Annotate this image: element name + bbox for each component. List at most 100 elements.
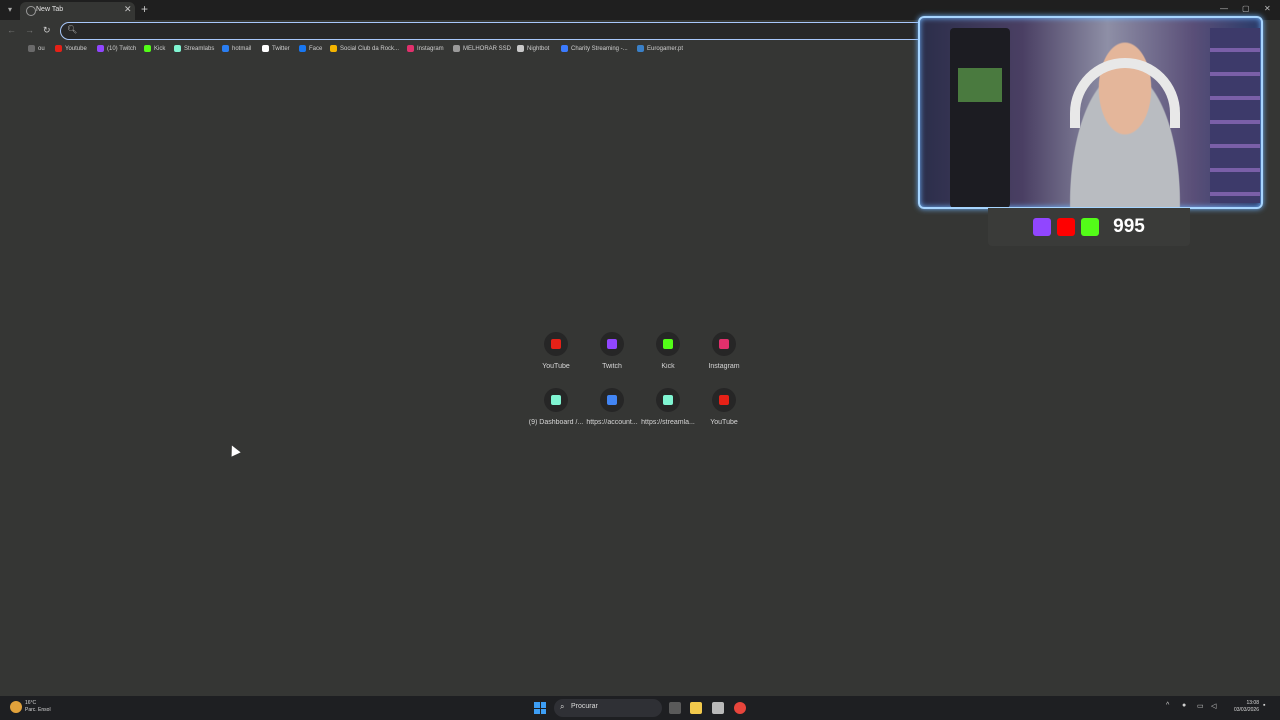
shortcut-icon (712, 388, 736, 412)
bookmark-favicon-icon (222, 45, 229, 52)
bookmark-label: Youtube (65, 45, 87, 52)
shortcut-icon (600, 332, 624, 356)
bookmark-label: Nightbot (527, 45, 550, 52)
close-tab-icon[interactable]: ✕ (124, 4, 132, 15)
bookmark-item[interactable]: hotmail (222, 45, 251, 52)
search-icon: 🔍︎ (67, 25, 78, 34)
notification-icon[interactable]: ▪ (1263, 702, 1265, 709)
bookmark-item[interactable]: (10) Twitch (97, 45, 136, 52)
close-window-button[interactable]: ✕ (1264, 4, 1271, 13)
volume-icon[interactable]: ◁ (1211, 702, 1216, 710)
bookmark-favicon-icon (144, 45, 151, 52)
shortcut-tile[interactable]: Kick (638, 332, 698, 370)
webcam-overlay (918, 16, 1263, 209)
clock-date: 03/03/2026 (1233, 707, 1259, 713)
shortcut-tile[interactable]: YouTube (694, 388, 754, 426)
shortcut-label: Instagram (708, 363, 740, 370)
shortcut-label: YouTube (542, 363, 570, 370)
bookmark-favicon-icon (28, 45, 35, 52)
weather-temp: 16°C (25, 700, 37, 706)
bookmark-label: Charity Streaming -... (571, 45, 628, 52)
chrome-icon[interactable] (734, 702, 746, 714)
bookmark-item[interactable]: Youtube (55, 45, 87, 52)
start-button[interactable] (534, 702, 546, 714)
back-button[interactable]: ← (7, 25, 16, 35)
viewer-counter: 995 (988, 208, 1190, 246)
bookmark-item[interactable]: Kick (144, 45, 165, 52)
bookmark-favicon-icon (299, 45, 306, 52)
address-bar[interactable]: 🔍︎ (60, 22, 935, 40)
shortcut-label: https://account... (586, 419, 638, 426)
bookmark-favicon-icon (174, 45, 181, 52)
new-tab-button[interactable]: + (141, 3, 148, 15)
taskbar: 16°C Parc. Ensol ⌕ Procurar ^ ● ▭ ◁ 13:0… (0, 696, 1280, 720)
clock-time: 13:08 (1246, 700, 1259, 706)
shortcut-label: YouTube (710, 419, 738, 426)
tab-new-tab[interactable]: New Tab ✕ (20, 2, 135, 20)
weather-widget[interactable]: 16°C Parc. Ensol (25, 700, 51, 714)
twitch-icon (1033, 218, 1052, 236)
shortcut-label: https://streamla... (641, 419, 695, 426)
shortcut-icon (544, 332, 568, 356)
bookmark-label: ou (38, 45, 45, 52)
search-icon: ⌕ (560, 702, 565, 711)
bookmark-label: Eurogamer.pt (647, 45, 684, 52)
bookmark-item[interactable]: Charity Streaming -... (561, 45, 628, 52)
bookmark-item[interactable]: Face (299, 45, 322, 52)
shortcut-label: (9) Dashboard /... (528, 419, 584, 426)
bookmark-label: Instagram (417, 45, 444, 52)
bookmark-item[interactable]: Nightbot (517, 45, 549, 52)
bookmark-favicon-icon (262, 45, 269, 52)
shortcut-label: Kick (661, 363, 675, 370)
network-icon[interactable]: ▭ (1197, 702, 1204, 710)
bookmark-item[interactable]: Streamlabs (174, 45, 214, 52)
forward-button[interactable]: → (25, 25, 34, 35)
mouse-cursor (227, 443, 241, 457)
maximize-button[interactable]: ▢ (1242, 4, 1250, 13)
bookmark-favicon-icon (407, 45, 414, 52)
tab-search-button[interactable]: ▾ (3, 3, 17, 17)
shortcut-icon (712, 332, 736, 356)
bookmark-item[interactable]: ou (28, 45, 45, 52)
bookmark-label: (10) Twitch (107, 45, 137, 52)
shortcut-icon (544, 388, 568, 412)
taskbar-search[interactable]: ⌕ Procurar (554, 699, 662, 717)
bookmark-favicon-icon (517, 45, 524, 52)
shortcut-tile[interactable]: (9) Dashboard /... (526, 388, 586, 426)
youtube-icon (1057, 218, 1076, 236)
shortcut-icon (656, 388, 680, 412)
minimize-button[interactable]: — (1220, 4, 1228, 13)
bookmark-item[interactable]: Eurogamer.pt (637, 45, 683, 52)
store-icon[interactable] (712, 702, 724, 714)
bookmark-favicon-icon (97, 45, 104, 52)
shortcut-tile[interactable]: Twitch (582, 332, 642, 370)
show-hidden-icons-icon[interactable]: ^ (1166, 702, 1169, 709)
new-tab-icon (26, 6, 36, 16)
shortcut-tile[interactable]: https://account... (582, 388, 642, 426)
bookmark-favicon-icon (55, 45, 62, 52)
bookmark-label: hotmail (232, 45, 252, 52)
taskbar-search-label: Procurar (571, 703, 598, 710)
bookmark-label: Kick (154, 45, 166, 52)
bookmark-item[interactable]: Social Club da Rock... (330, 45, 399, 52)
bookmark-item[interactable]: Instagram (407, 45, 444, 52)
tray-app-icon[interactable]: ● (1182, 702, 1186, 709)
file-explorer-icon[interactable] (690, 702, 702, 714)
weather-icon[interactable] (10, 701, 22, 713)
shortcut-tile[interactable]: YouTube (526, 332, 586, 370)
clock[interactable]: 13:08 03/03/2026 (1225, 700, 1259, 714)
shortcut-tile[interactable]: Instagram (694, 332, 754, 370)
bookmark-label: MELHORAR SSD (463, 45, 512, 52)
arcade-cabinet (950, 28, 1010, 207)
bookmark-label: Streamlabs (184, 45, 215, 52)
bookmark-favicon-icon (561, 45, 568, 52)
tab-title: New Tab (36, 6, 64, 13)
shortcut-tile[interactable]: https://streamla... (638, 388, 698, 426)
figure-shelf (1210, 28, 1260, 203)
bookmark-item[interactable]: MELHORAR SSD (453, 45, 511, 52)
task-view-icon[interactable] (669, 702, 681, 714)
reload-button[interactable]: ↻ (43, 25, 51, 36)
bookmark-item[interactable]: Twitter (262, 45, 290, 52)
bookmark-favicon-icon (453, 45, 460, 52)
shortcut-icon (600, 388, 624, 412)
